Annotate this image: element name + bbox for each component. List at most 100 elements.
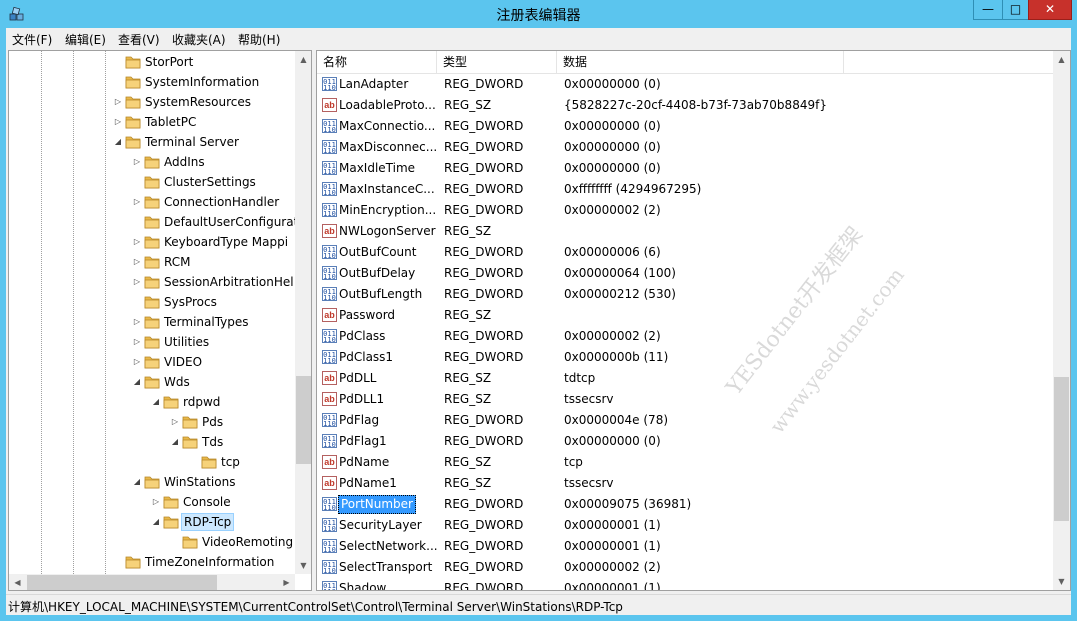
tree-item[interactable]: tcp bbox=[189, 452, 295, 472]
list-item[interactable]: 011 110 SelectNetwork... REG_DWORD 0x000000… bbox=[317, 536, 1053, 557]
tree-item[interactable]: ▷ AddIns bbox=[132, 152, 295, 172]
collapsed-arrow-icon[interactable]: ▷ bbox=[132, 232, 142, 252]
list-item[interactable]: 011 110 MinEncryption... REG_DWORD 0x000000… bbox=[317, 200, 1053, 221]
expanded-arrow-icon[interactable]: ◢ bbox=[132, 372, 142, 392]
tree-horizontal-scrollbar[interactable]: ◀ ▶ bbox=[9, 574, 295, 590]
list-item[interactable]: 011 110 MaxConnectio... REG_DWORD 0x0000000… bbox=[317, 116, 1053, 137]
tree-item[interactable]: ▷ Utilities bbox=[132, 332, 295, 352]
list-item[interactable]: 011 110 MaxInstanceC... REG_DWORD 0xfffffff… bbox=[317, 179, 1053, 200]
value-data: 0x00000000 (0) bbox=[564, 77, 661, 91]
collapsed-arrow-icon[interactable]: ▷ bbox=[113, 112, 123, 132]
tree-item[interactable]: ▷ ConnectionHandler bbox=[132, 192, 295, 212]
expanded-arrow-icon[interactable]: ◢ bbox=[132, 472, 142, 492]
list-item[interactable]: ab Password REG_SZ bbox=[317, 305, 1053, 326]
tree-item[interactable]: ▷ RCM bbox=[132, 252, 295, 272]
tree-item[interactable]: ▷ KeyboardType Mappi bbox=[132, 232, 295, 252]
scroll-right-arrow-icon[interactable]: ▶ bbox=[278, 574, 295, 590]
collapsed-arrow-icon[interactable]: ▷ bbox=[132, 312, 142, 332]
list-item[interactable]: 011 110 MaxIdleTime REG_DWORD 0x00000000 (0… bbox=[317, 158, 1053, 179]
collapsed-arrow-icon[interactable]: ▷ bbox=[132, 352, 142, 372]
tree-item[interactable]: ▷ SystemResources bbox=[113, 92, 295, 112]
menu-favorites[interactable]: 收藏夹(A) bbox=[172, 31, 226, 48]
list-item[interactable]: 011 110 SelectTransport REG_DWORD 0x0000000… bbox=[317, 557, 1053, 578]
value-data: 0x0000004e (78) bbox=[564, 413, 669, 427]
value-type: REG_DWORD bbox=[444, 434, 524, 448]
list-item[interactable]: 011 110 PdFlag1 REG_DWORD 0x00000000 (0) bbox=[317, 431, 1053, 452]
scroll-down-arrow-icon[interactable]: ▼ bbox=[1053, 573, 1070, 590]
list-item[interactable]: 011 110 PortNumber REG_DWORD 0x00009075 (36… bbox=[317, 494, 1053, 515]
list-item[interactable]: 011 110Shadow REG_DWORD 0x00000001 (1) bbox=[317, 578, 1053, 590]
close-button[interactable]: ✕ bbox=[1028, 0, 1072, 20]
tree-item[interactable]: ▷ SessionArbitrationHel bbox=[132, 272, 295, 292]
list-item[interactable]: ab PdName1 REG_SZ tssecsrv bbox=[317, 473, 1053, 494]
list-item[interactable]: ab PdDLL REG_SZ tdtcp bbox=[317, 368, 1053, 389]
scroll-up-arrow-icon[interactable]: ▲ bbox=[295, 51, 311, 68]
tree-item[interactable]: SysProcs bbox=[132, 292, 295, 312]
expanded-arrow-icon[interactable]: ◢ bbox=[113, 132, 123, 152]
collapsed-arrow-icon[interactable]: ▷ bbox=[170, 412, 180, 432]
list-item[interactable]: 011 110 PdClass1 REG_DWORD 0x0000000b (11) bbox=[317, 347, 1053, 368]
collapsed-arrow-icon[interactable]: ▷ bbox=[151, 492, 161, 512]
column-header-type[interactable]: 类型 bbox=[437, 51, 557, 73]
list-item[interactable]: 011 110 MaxDisconnec... REG_DWORD 0x0000000… bbox=[317, 137, 1053, 158]
scroll-up-arrow-icon[interactable]: ▲ bbox=[1053, 51, 1070, 68]
list-item[interactable]: ab PdName REG_SZ tcp bbox=[317, 452, 1053, 473]
tree-item[interactable]: ▷ TerminalTypes bbox=[132, 312, 295, 332]
list-item[interactable]: 011 110 PdFlag REG_DWORD 0x0000004e (78) bbox=[317, 410, 1053, 431]
list-item[interactable]: 011 110 OutBufDelay REG_DWORD 0x00000064 (1… bbox=[317, 263, 1053, 284]
list-item[interactable]: 011 110 OutBufLength REG_DWORD 0x00000212 (… bbox=[317, 284, 1053, 305]
maximize-button[interactable]: □ bbox=[1002, 0, 1029, 20]
list-item[interactable]: 011 110 LanAdapter REG_DWORD 0x00000000 (0) bbox=[317, 74, 1053, 95]
tree-scroll-thumb[interactable] bbox=[296, 376, 311, 464]
expanded-arrow-icon[interactable]: ◢ bbox=[151, 512, 161, 532]
collapsed-arrow-icon[interactable]: ▷ bbox=[132, 272, 142, 292]
collapsed-arrow-icon[interactable]: ▷ bbox=[132, 152, 142, 172]
tree-item[interactable]: StorPort bbox=[113, 52, 295, 72]
list-item[interactable]: ab PdDLL1 REG_SZ tssecsrv bbox=[317, 389, 1053, 410]
tree-hscroll-thumb[interactable] bbox=[27, 575, 217, 590]
value-data: 0x0000000b (11) bbox=[564, 350, 669, 364]
tree-item[interactable]: DefaultUserConfigurat bbox=[132, 212, 295, 232]
column-header-name[interactable]: 名称 bbox=[317, 51, 437, 73]
menu-edit[interactable]: 编辑(E) bbox=[65, 31, 106, 48]
value-name: PdFlag1 bbox=[339, 434, 387, 448]
list-item[interactable]: 011 110 SecurityLayer REG_DWORD 0x00000001 … bbox=[317, 515, 1053, 536]
binary-value-icon: 011 110 bbox=[322, 245, 337, 260]
tree-item[interactable]: ▷ Pds bbox=[170, 412, 295, 432]
menu-file[interactable]: 文件(F) bbox=[12, 31, 52, 48]
collapsed-arrow-icon[interactable]: ▷ bbox=[132, 332, 142, 352]
tree-item[interactable]: ClusterSettings bbox=[132, 172, 295, 192]
list-scroll-thumb[interactable] bbox=[1054, 377, 1069, 521]
tree-item[interactable]: ◢ rdpwd bbox=[151, 392, 295, 412]
scroll-down-arrow-icon[interactable]: ▼ bbox=[295, 557, 311, 574]
expanded-arrow-icon[interactable]: ◢ bbox=[151, 392, 161, 412]
tree-item[interactable]: TimeZoneInformation bbox=[113, 552, 295, 572]
list-item[interactable]: ab LoadableProto... REG_SZ {5828227c-20cf-4… bbox=[317, 95, 1053, 116]
tree-vertical-scrollbar[interactable]: ▲ ▼ bbox=[295, 51, 311, 574]
minimize-button[interactable]: — bbox=[973, 0, 1003, 20]
collapsed-arrow-icon[interactable]: ▷ bbox=[113, 92, 123, 112]
expanded-arrow-icon[interactable]: ◢ bbox=[170, 432, 180, 452]
values-list-pane[interactable]: 名称 类型 数据 011 110 LanAdapter REG_DWORD 0x000… bbox=[316, 50, 1071, 591]
list-item[interactable]: 011 110 OutBufCount REG_DWORD 0x00000006 (6… bbox=[317, 242, 1053, 263]
tree-item[interactable]: ◢ Wds bbox=[132, 372, 295, 392]
tree-item[interactable]: ◢ Terminal Server bbox=[113, 132, 295, 152]
list-item[interactable]: ab NWLogonServer REG_SZ bbox=[317, 221, 1053, 242]
column-header-data[interactable]: 数据 bbox=[557, 51, 844, 73]
key-tree-pane[interactable]: StorPort SystemInformation ▷ SystemResource… bbox=[8, 50, 312, 591]
menu-help[interactable]: 帮助(H) bbox=[238, 31, 280, 48]
tree-item[interactable]: ▷ VIDEO bbox=[132, 352, 295, 372]
tree-item[interactable]: ▷ Console bbox=[151, 492, 295, 512]
list-item[interactable]: 011 110 PdClass REG_DWORD 0x00000002 (2) bbox=[317, 326, 1053, 347]
scroll-left-arrow-icon[interactable]: ◀ bbox=[9, 574, 26, 590]
tree-item[interactable]: ▷ TabletPC bbox=[113, 112, 295, 132]
tree-item[interactable]: SystemInformation bbox=[113, 72, 295, 92]
list-vertical-scrollbar[interactable]: ▲ ▼ bbox=[1053, 51, 1070, 590]
collapsed-arrow-icon[interactable]: ▷ bbox=[132, 192, 142, 212]
menu-view[interactable]: 查看(V) bbox=[118, 31, 160, 48]
tree-item[interactable]: ◢ RDP-Tcp bbox=[151, 512, 295, 532]
tree-item[interactable]: ◢ WinStations bbox=[132, 472, 295, 492]
tree-item[interactable]: ◢ Tds bbox=[170, 432, 295, 452]
tree-item[interactable]: VideoRemoting bbox=[170, 532, 295, 552]
collapsed-arrow-icon[interactable]: ▷ bbox=[132, 252, 142, 272]
